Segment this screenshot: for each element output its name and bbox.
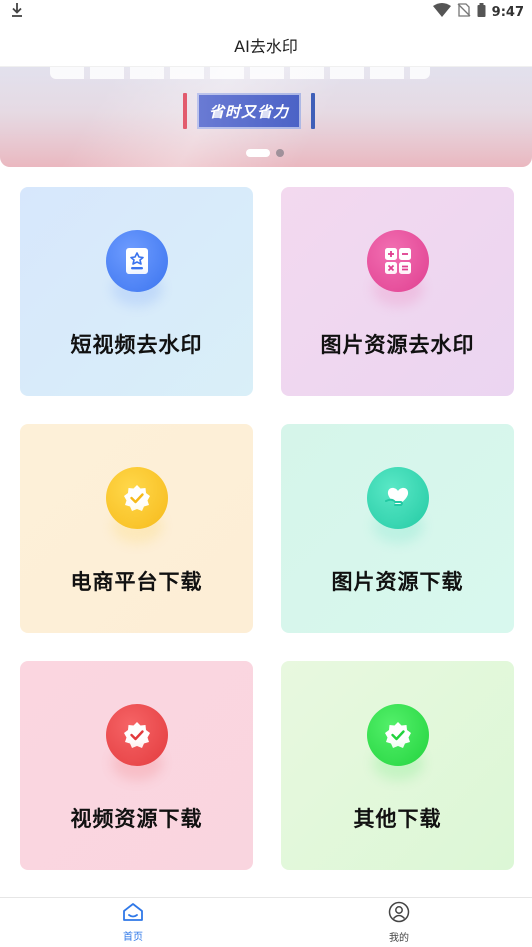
feature-label: 图片资源去水印 (320, 333, 475, 357)
page-title: AI去水印 (234, 37, 298, 56)
home-icon (122, 902, 144, 926)
carousel-indicator (246, 149, 284, 157)
feature-card-other-download[interactable]: 其他下载 (281, 661, 514, 870)
heart-hand-icon (366, 467, 429, 529)
app-header: AI去水印 (0, 24, 532, 67)
status-bar: 9:47 (0, 0, 532, 24)
feature-grid: 短视频去水印 图片资源去水印 电商平台下载 图片资源下载 视频资源下载 其他下载 (20, 187, 514, 870)
banner-carousel[interactable]: 省时又省力 (0, 67, 532, 167)
bottom-nav: 首页 我的 (0, 897, 532, 947)
feature-card-video-download[interactable]: 视频资源下载 (20, 661, 253, 870)
nav-label-home: 首页 (123, 932, 143, 943)
user-profile-icon (388, 901, 410, 927)
badge-check-icon (105, 704, 168, 766)
status-time: 9:47 (491, 4, 524, 20)
wifi-icon (432, 3, 451, 21)
banner-badge: 省时又省力 (196, 93, 301, 129)
feature-card-image-watermark[interactable]: 图片资源去水印 (281, 187, 514, 396)
download-icon (10, 2, 24, 22)
video-document-icon (105, 230, 168, 292)
badge-bar-left (182, 93, 187, 129)
feature-label: 图片资源下载 (331, 570, 464, 594)
badge-check-icon (366, 704, 429, 766)
nav-item-profile[interactable]: 我的 (266, 898, 532, 947)
feature-card-ecommerce-download[interactable]: 电商平台下载 (20, 424, 253, 633)
feature-label: 视频资源下载 (70, 807, 203, 831)
nav-label-profile: 我的 (389, 933, 409, 944)
carousel-dot[interactable] (276, 149, 284, 157)
feature-card-image-download[interactable]: 图片资源下载 (281, 424, 514, 633)
banner-badge-group: 省时又省力 (176, 91, 322, 131)
feature-label: 短视频去水印 (70, 333, 203, 357)
nav-item-home[interactable]: 首页 (0, 898, 266, 947)
badge-bar-right (311, 93, 315, 129)
no-sim-icon (457, 3, 471, 21)
calculator-icon (366, 230, 429, 292)
feature-card-short-video-watermark[interactable]: 短视频去水印 (20, 187, 253, 396)
badge-check-icon (105, 467, 168, 529)
carousel-dot-active[interactable] (246, 149, 270, 157)
battery-icon (477, 3, 486, 21)
feature-label: 电商平台下载 (70, 570, 203, 594)
feature-label: 其他下载 (353, 807, 442, 831)
